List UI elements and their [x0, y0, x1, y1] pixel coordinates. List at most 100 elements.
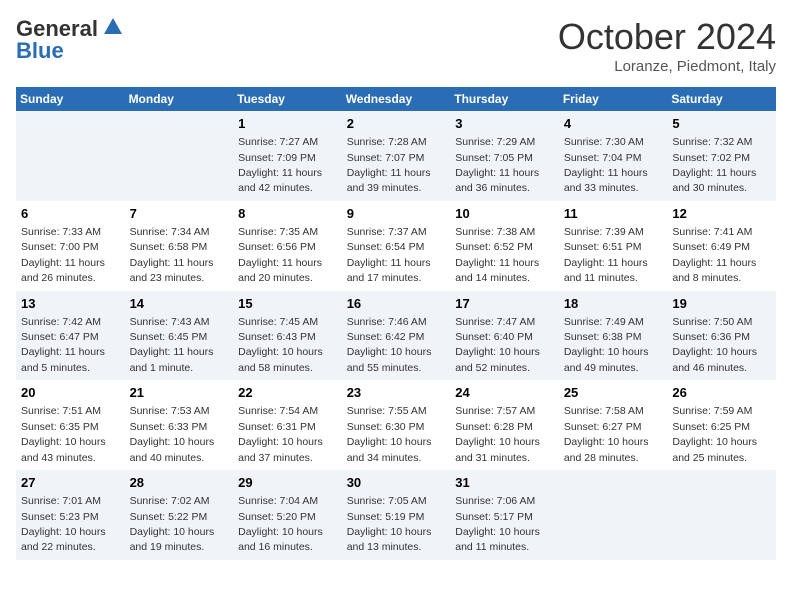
day-number: 11: [564, 205, 663, 223]
day-number: 29: [238, 474, 337, 492]
day-daylight: Daylight: 10 hours and 22 minutes.: [21, 526, 106, 553]
day-sunset: Sunset: 7:07 PM: [347, 152, 425, 164]
day-sunset: Sunset: 7:09 PM: [238, 152, 316, 164]
calendar-cell: 10 Sunrise: 7:38 AM Sunset: 6:52 PM Dayl…: [450, 201, 559, 291]
calendar-cell: 28 Sunrise: 7:02 AM Sunset: 5:22 PM Dayl…: [125, 470, 234, 560]
day-sunrise: Sunrise: 7:51 AM: [21, 405, 101, 417]
column-header-friday: Friday: [559, 87, 668, 111]
day-number: 5: [672, 115, 771, 133]
day-sunset: Sunset: 6:45 PM: [130, 331, 208, 343]
day-number: 10: [455, 205, 554, 223]
day-sunrise: Sunrise: 7:38 AM: [455, 226, 535, 238]
day-number: 2: [347, 115, 446, 133]
day-number: 3: [455, 115, 554, 133]
day-sunrise: Sunrise: 7:33 AM: [21, 226, 101, 238]
day-daylight: Daylight: 11 hours and 23 minutes.: [130, 257, 214, 284]
day-sunset: Sunset: 6:51 PM: [564, 241, 642, 253]
day-daylight: Daylight: 11 hours and 26 minutes.: [21, 257, 105, 284]
month-title: October 2024: [558, 16, 776, 58]
day-number: 22: [238, 384, 337, 402]
day-number: 7: [130, 205, 229, 223]
calendar-cell: 29 Sunrise: 7:04 AM Sunset: 5:20 PM Dayl…: [233, 470, 342, 560]
day-sunset: Sunset: 6:27 PM: [564, 421, 642, 433]
calendar-cell: 3 Sunrise: 7:29 AM Sunset: 7:05 PM Dayli…: [450, 111, 559, 201]
day-sunset: Sunset: 7:02 PM: [672, 152, 750, 164]
column-header-monday: Monday: [125, 87, 234, 111]
day-sunset: Sunset: 6:36 PM: [672, 331, 750, 343]
day-number: 19: [672, 295, 771, 313]
column-header-saturday: Saturday: [667, 87, 776, 111]
day-sunrise: Sunrise: 7:47 AM: [455, 316, 535, 328]
day-sunrise: Sunrise: 7:49 AM: [564, 316, 644, 328]
day-sunrise: Sunrise: 7:27 AM: [238, 136, 318, 148]
day-daylight: Daylight: 10 hours and 13 minutes.: [347, 526, 432, 553]
day-sunrise: Sunrise: 7:53 AM: [130, 405, 210, 417]
calendar-table: SundayMondayTuesdayWednesdayThursdayFrid…: [16, 87, 776, 560]
day-sunset: Sunset: 6:25 PM: [672, 421, 750, 433]
calendar-cell: 6 Sunrise: 7:33 AM Sunset: 7:00 PM Dayli…: [16, 201, 125, 291]
column-header-thursday: Thursday: [450, 87, 559, 111]
day-daylight: Daylight: 11 hours and 33 minutes.: [564, 167, 648, 194]
day-number: 26: [672, 384, 771, 402]
day-number: 18: [564, 295, 663, 313]
day-sunrise: Sunrise: 7:06 AM: [455, 495, 535, 507]
day-daylight: Daylight: 11 hours and 30 minutes.: [672, 167, 756, 194]
day-number: 9: [347, 205, 446, 223]
day-sunset: Sunset: 7:05 PM: [455, 152, 533, 164]
calendar-cell: 26 Sunrise: 7:59 AM Sunset: 6:25 PM Dayl…: [667, 380, 776, 470]
day-daylight: Daylight: 11 hours and 36 minutes.: [455, 167, 539, 194]
calendar-cell: 24 Sunrise: 7:57 AM Sunset: 6:28 PM Dayl…: [450, 380, 559, 470]
calendar-week-3: 13 Sunrise: 7:42 AM Sunset: 6:47 PM Dayl…: [16, 291, 776, 381]
calendar-cell: 19 Sunrise: 7:50 AM Sunset: 6:36 PM Dayl…: [667, 291, 776, 381]
calendar-cell: 15 Sunrise: 7:45 AM Sunset: 6:43 PM Dayl…: [233, 291, 342, 381]
calendar-cell: 1 Sunrise: 7:27 AM Sunset: 7:09 PM Dayli…: [233, 111, 342, 201]
day-number: 8: [238, 205, 337, 223]
day-number: 14: [130, 295, 229, 313]
day-sunrise: Sunrise: 7:39 AM: [564, 226, 644, 238]
day-sunset: Sunset: 6:54 PM: [347, 241, 425, 253]
calendar-week-2: 6 Sunrise: 7:33 AM Sunset: 7:00 PM Dayli…: [16, 201, 776, 291]
day-sunset: Sunset: 5:20 PM: [238, 511, 316, 523]
day-sunrise: Sunrise: 7:05 AM: [347, 495, 427, 507]
day-sunset: Sunset: 6:43 PM: [238, 331, 316, 343]
day-number: 16: [347, 295, 446, 313]
day-sunrise: Sunrise: 7:29 AM: [455, 136, 535, 148]
calendar-cell: 23 Sunrise: 7:55 AM Sunset: 6:30 PM Dayl…: [342, 380, 451, 470]
day-daylight: Daylight: 10 hours and 52 minutes.: [455, 346, 540, 373]
column-header-sunday: Sunday: [16, 87, 125, 111]
day-sunrise: Sunrise: 7:28 AM: [347, 136, 427, 148]
calendar-week-4: 20 Sunrise: 7:51 AM Sunset: 6:35 PM Dayl…: [16, 380, 776, 470]
day-daylight: Daylight: 10 hours and 55 minutes.: [347, 346, 432, 373]
day-number: 6: [21, 205, 120, 223]
calendar-cell: 11 Sunrise: 7:39 AM Sunset: 6:51 PM Dayl…: [559, 201, 668, 291]
day-daylight: Daylight: 11 hours and 5 minutes.: [21, 346, 105, 373]
day-number: 25: [564, 384, 663, 402]
day-sunset: Sunset: 6:52 PM: [455, 241, 533, 253]
day-sunset: Sunset: 6:30 PM: [347, 421, 425, 433]
day-daylight: Daylight: 11 hours and 17 minutes.: [347, 257, 431, 284]
day-daylight: Daylight: 10 hours and 40 minutes.: [130, 436, 215, 463]
column-header-wednesday: Wednesday: [342, 87, 451, 111]
day-number: 4: [564, 115, 663, 133]
day-sunrise: Sunrise: 7:01 AM: [21, 495, 101, 507]
day-number: 13: [21, 295, 120, 313]
location: Loranze, Piedmont, Italy: [558, 58, 776, 75]
day-sunset: Sunset: 6:40 PM: [455, 331, 533, 343]
day-number: 30: [347, 474, 446, 492]
calendar-cell: 20 Sunrise: 7:51 AM Sunset: 6:35 PM Dayl…: [16, 380, 125, 470]
day-number: 27: [21, 474, 120, 492]
day-daylight: Daylight: 11 hours and 11 minutes.: [564, 257, 648, 284]
day-daylight: Daylight: 10 hours and 11 minutes.: [455, 526, 540, 553]
day-sunrise: Sunrise: 7:04 AM: [238, 495, 318, 507]
calendar-cell: 14 Sunrise: 7:43 AM Sunset: 6:45 PM Dayl…: [125, 291, 234, 381]
day-daylight: Daylight: 11 hours and 39 minutes.: [347, 167, 431, 194]
day-sunset: Sunset: 6:49 PM: [672, 241, 750, 253]
calendar-cell: 2 Sunrise: 7:28 AM Sunset: 7:07 PM Dayli…: [342, 111, 451, 201]
day-daylight: Daylight: 10 hours and 25 minutes.: [672, 436, 757, 463]
day-sunset: Sunset: 6:42 PM: [347, 331, 425, 343]
day-daylight: Daylight: 10 hours and 19 minutes.: [130, 526, 215, 553]
calendar-cell: 13 Sunrise: 7:42 AM Sunset: 6:47 PM Dayl…: [16, 291, 125, 381]
day-sunrise: Sunrise: 7:02 AM: [130, 495, 210, 507]
day-number: 1: [238, 115, 337, 133]
day-sunset: Sunset: 6:58 PM: [130, 241, 208, 253]
